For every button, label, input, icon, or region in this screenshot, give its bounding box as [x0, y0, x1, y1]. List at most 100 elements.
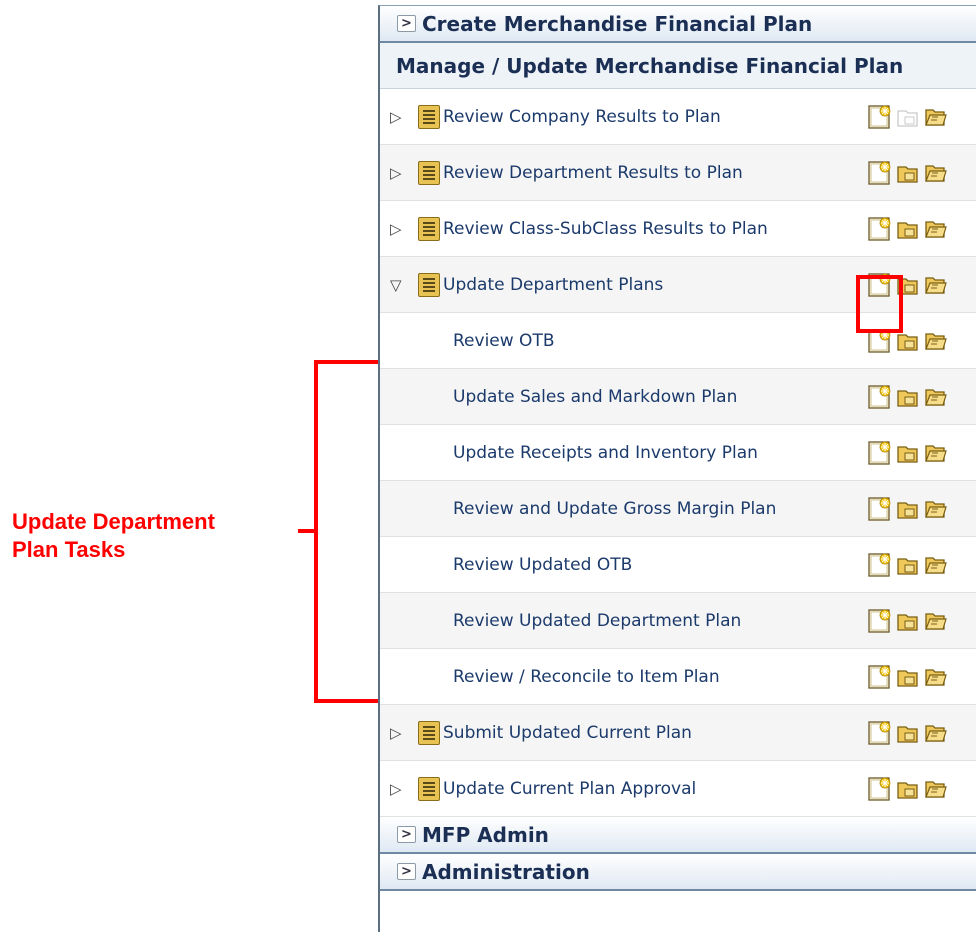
task-actions: [868, 705, 948, 760]
annotation-bracket-bottom: [314, 699, 380, 703]
task-actions: [868, 649, 948, 704]
new-workbook-icon[interactable]: [868, 664, 892, 689]
open-workbook-icon[interactable]: [924, 161, 948, 185]
triangle-right-icon[interactable]: ▷: [390, 108, 404, 126]
administration-header-label: Administration: [422, 859, 590, 884]
task-row[interactable]: ▷ Review Class-SubClass Results to Plan: [380, 201, 976, 257]
task-label[interactable]: Submit Updated Current Plan: [443, 723, 692, 743]
task-label[interactable]: Review Updated Department Plan: [453, 611, 741, 631]
view-workbook-icon[interactable]: [896, 609, 920, 633]
task-row[interactable]: ▷ Submit Updated Current Plan: [380, 705, 976, 761]
task-actions: [868, 593, 948, 648]
task-row[interactable]: ▷ Review Department Results to Plan: [380, 145, 976, 201]
view-workbook-icon[interactable]: [896, 385, 920, 409]
view-workbook-icon[interactable]: [896, 777, 920, 801]
new-workbook-icon[interactable]: [868, 720, 892, 745]
subtask-row[interactable]: Update Receipts and Inventory Plan: [380, 425, 976, 481]
open-workbook-icon[interactable]: [924, 777, 948, 801]
task-list-icon: [418, 104, 440, 129]
triangle-right-icon[interactable]: ▷: [390, 724, 404, 742]
view-workbook-icon[interactable]: [896, 665, 920, 689]
open-workbook-icon[interactable]: [924, 721, 948, 745]
task-actions: [868, 761, 948, 816]
view-workbook-icon[interactable]: [896, 553, 920, 577]
open-workbook-icon[interactable]: [924, 273, 948, 297]
triangle-right-icon[interactable]: ▷: [390, 164, 404, 182]
open-workbook-icon[interactable]: [924, 553, 948, 577]
open-workbook-icon[interactable]: [924, 497, 948, 521]
subtask-row[interactable]: Update Sales and Markdown Plan: [380, 369, 976, 425]
expand-disclosure-icon[interactable]: >: [397, 826, 416, 843]
open-workbook-icon[interactable]: [924, 385, 948, 409]
open-workbook-icon[interactable]: [924, 609, 948, 633]
view-workbook-icon: [896, 105, 920, 129]
highlight-new-workbook-box: [856, 275, 903, 333]
mfp-admin-header[interactable]: > MFP Admin: [380, 817, 976, 854]
task-label[interactable]: Update Current Plan Approval: [443, 779, 696, 799]
view-workbook-icon[interactable]: [896, 497, 920, 521]
manage-plan-header[interactable]: Manage / Update Merchandise Financial Pl…: [380, 43, 976, 89]
task-row[interactable]: ▷ Update Current Plan Approval: [380, 761, 976, 817]
new-workbook-icon[interactable]: [868, 440, 892, 465]
task-label[interactable]: Review / Reconcile to Item Plan: [453, 667, 720, 687]
triangle-right-icon[interactable]: ▷: [390, 780, 404, 798]
task-list-icon: [418, 776, 440, 801]
task-row[interactable]: ▷ Review Company Results to Plan: [380, 89, 976, 145]
task-list-icon: [418, 160, 440, 185]
task-label[interactable]: Review Class-SubClass Results to Plan: [443, 219, 768, 239]
view-workbook-icon[interactable]: [896, 217, 920, 241]
expand-disclosure-icon[interactable]: >: [397, 863, 416, 880]
task-list-icon: [418, 720, 440, 745]
task-list: ▷ Review Company Results to Plan ▷ Review D…: [380, 89, 976, 817]
task-actions: [868, 201, 948, 256]
open-workbook-icon[interactable]: [924, 329, 948, 353]
new-workbook-icon[interactable]: [868, 608, 892, 633]
subtask-row[interactable]: Review / Reconcile to Item Plan: [380, 649, 976, 705]
task-actions: [868, 369, 948, 424]
new-workbook-icon[interactable]: [868, 496, 892, 521]
annotation-bracket-top: [314, 360, 380, 364]
task-label[interactable]: Review Department Results to Plan: [443, 163, 743, 183]
task-actions: [868, 89, 948, 144]
task-label[interactable]: Update Sales and Markdown Plan: [453, 387, 737, 407]
task-actions: [868, 145, 948, 200]
new-workbook-icon[interactable]: [868, 104, 892, 129]
annotation-label: Update Department Plan Tasks: [12, 508, 215, 564]
create-plan-header-label: Create Merchandise Financial Plan: [422, 11, 813, 36]
annotation-label-line1: Update Department: [12, 509, 215, 534]
view-workbook-icon[interactable]: [896, 161, 920, 185]
open-workbook-icon[interactable]: [924, 441, 948, 465]
view-workbook-icon[interactable]: [896, 441, 920, 465]
task-label[interactable]: Review Updated OTB: [453, 555, 632, 575]
task-label[interactable]: Review Company Results to Plan: [443, 107, 721, 127]
task-actions: [868, 425, 948, 480]
annotation-label-line2: Plan Tasks: [12, 537, 126, 562]
triangle-right-icon[interactable]: ▷: [390, 220, 404, 238]
subtask-row[interactable]: Review and Update Gross Margin Plan: [380, 481, 976, 537]
new-workbook-icon[interactable]: [868, 216, 892, 241]
task-label[interactable]: Review and Update Gross Margin Plan: [453, 499, 776, 519]
task-label[interactable]: Review OTB: [453, 331, 555, 351]
administration-header[interactable]: > Administration: [380, 854, 976, 891]
task-list-icon: [418, 272, 440, 297]
expand-disclosure-icon[interactable]: >: [397, 15, 416, 32]
new-workbook-icon[interactable]: [868, 160, 892, 185]
open-workbook-icon[interactable]: [924, 665, 948, 689]
create-plan-header[interactable]: > Create Merchandise Financial Plan: [380, 6, 976, 43]
new-workbook-icon[interactable]: [868, 776, 892, 801]
task-list-icon: [418, 216, 440, 241]
subtask-row[interactable]: Review Updated OTB: [380, 537, 976, 593]
new-workbook-icon[interactable]: [868, 384, 892, 409]
task-actions: [868, 537, 948, 592]
mfp-admin-header-label: MFP Admin: [422, 822, 549, 847]
task-actions: [868, 481, 948, 536]
task-label[interactable]: Update Department Plans: [443, 275, 663, 295]
task-label[interactable]: Update Receipts and Inventory Plan: [453, 443, 758, 463]
open-workbook-icon[interactable]: [924, 105, 948, 129]
triangle-down-icon[interactable]: ▽: [390, 276, 404, 294]
view-workbook-icon[interactable]: [896, 721, 920, 745]
new-workbook-icon[interactable]: [868, 552, 892, 577]
subtask-row[interactable]: Review Updated Department Plan: [380, 593, 976, 649]
open-workbook-icon[interactable]: [924, 217, 948, 241]
manage-plan-header-label: Manage / Update Merchandise Financial Pl…: [396, 53, 904, 78]
